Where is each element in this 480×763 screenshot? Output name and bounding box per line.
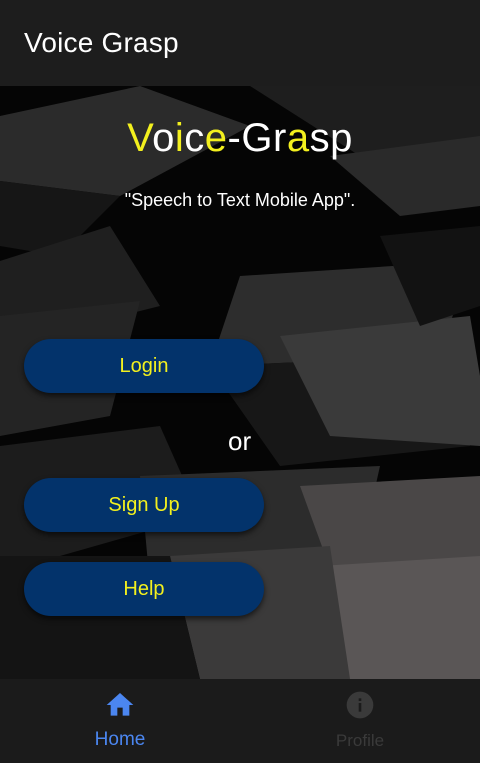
hero-title-part: V (127, 116, 153, 160)
app-screen: Voice Grasp Voice-Grasp "Speech to Text … (0, 0, 480, 763)
help-button[interactable]: Help (24, 562, 264, 616)
hero-subtitle: "Speech to Text Mobile App". (124, 190, 356, 210)
login-button-label: Login (119, 354, 169, 377)
help-button-label: Help (123, 577, 165, 600)
hero-title-part: c (184, 116, 205, 160)
home-icon (106, 693, 134, 716)
bottom-navigation: Home Profile (0, 679, 480, 763)
or-separator: or (228, 426, 252, 456)
app-bar: Voice Grasp (0, 0, 480, 86)
hero-title-part: i (174, 116, 185, 160)
hero-title-part: a (286, 116, 310, 160)
nav-item-home-label: Home (94, 729, 146, 750)
nav-item-profile[interactable]: Profile (240, 679, 480, 763)
hero-title-part: e (204, 116, 228, 160)
nav-item-profile-label: Profile (335, 731, 385, 750)
sign-up-button-label: Sign Up (108, 493, 180, 516)
hero-title-part: o (152, 116, 175, 160)
sign-up-button[interactable]: Sign Up (24, 478, 264, 532)
hero-title: Voice-Grasp (0, 116, 480, 161)
app-bar-title: Voice Grasp (24, 27, 179, 58)
login-button[interactable]: Login (24, 339, 264, 393)
info-icon (346, 691, 374, 719)
hero-title-part: -Gr (227, 116, 287, 160)
main-content: Voice-Grasp "Speech to Text Mobile App".… (0, 86, 480, 679)
hero-title-part: sp (309, 116, 353, 160)
nav-item-home[interactable]: Home (0, 679, 240, 763)
